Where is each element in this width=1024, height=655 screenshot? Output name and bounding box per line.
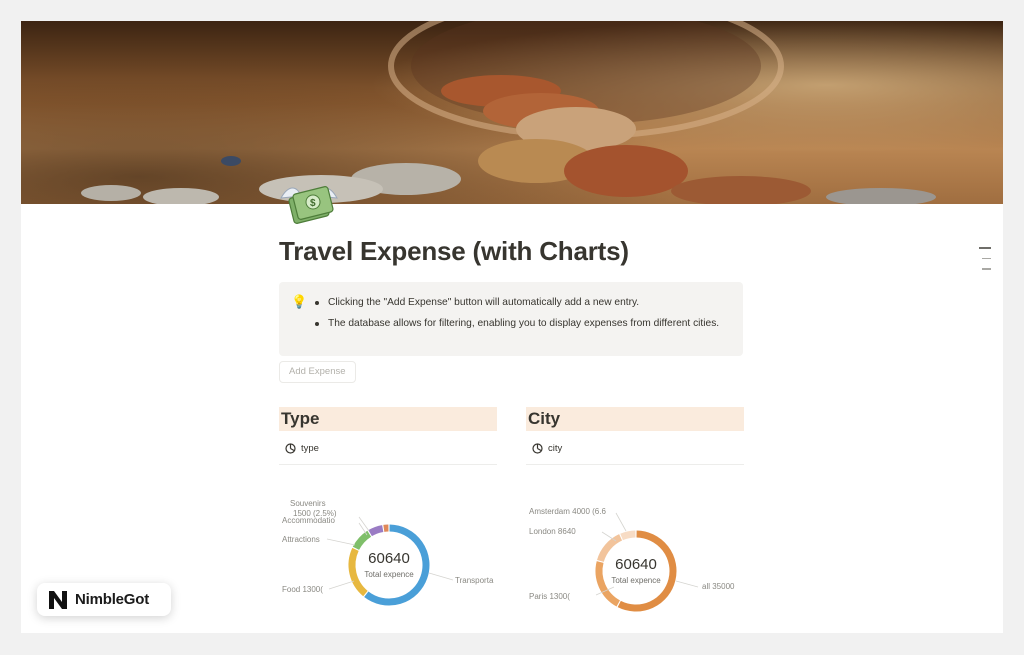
brand-name: NimbleGot [75,591,150,608]
page-title: Travel Expense (with Charts) [279,236,629,266]
city-donut-chart[interactable]: 60640 Total expence Amsterdam 4000 (6.6 Lon… [526,469,744,633]
slice-label: Paris 1300( [529,592,570,601]
donut-slice-amsterdam[interactable] [620,530,636,541]
cover-image [21,21,1003,204]
donut-center-label: Total expence [611,576,661,585]
slice-label: all 35000 [702,582,735,591]
type-chart-svg: 60640Total expenceSouvenirs1500 (2.5%)Ac… [282,499,494,606]
city-section: City city [526,407,744,465]
city-chart-svg: 60640 Total expence Amsterdam 4000 (6.6 Lon… [529,507,735,612]
nimblegot-badge[interactable]: NimbleGot [37,583,171,616]
add-expense-button[interactable]: Add Expense [279,361,356,383]
donut-center-label: Total expence [364,570,414,579]
donut-center-value: 60640 [615,556,657,573]
type-heading: Type [279,407,497,431]
slice-label: Accommodatio [282,516,335,525]
view-tab-city[interactable]: city [526,438,744,458]
slice-label: Attractions [282,535,320,544]
nimblegot-logo-icon [46,587,70,612]
svg-text:$: $ [310,198,316,209]
pie-chart-icon [532,442,543,454]
table-of-contents-indicator[interactable] [979,247,991,279]
callout-item: The database allows for filtering, enabl… [313,316,733,331]
slice-label: Transporta [455,576,494,585]
donut-center-value: 60640 [368,550,410,567]
pie-chart-icon [285,442,296,454]
city-heading: City [526,407,744,431]
view-tab-label: city [548,442,563,454]
callout-item: Clicking the "Add Expense" button will a… [313,295,733,310]
type-donut-chart[interactable]: 60640 Total expence Souvenirs 1500 (2.5%) Ac… [279,469,497,633]
callout-block: 💡 Clicking the "Add Expense" button will… [279,282,743,356]
lightbulb-icon: 💡 [291,294,308,309]
donut-slice-accommodation[interactable] [368,525,384,537]
donut-slice-attractions[interactable] [352,530,372,551]
type-section: Type type [279,407,497,465]
slice-label: London 8640 [529,527,576,536]
callout-list: Clicking the "Add Expense" button will a… [313,295,733,337]
notion-page: $ Travel Expense (with Charts) 💡 Clickin… [21,21,1003,633]
slice-label: Souvenirs [290,499,326,508]
slice-label: Food 1300( [282,585,323,594]
view-tab-type[interactable]: type [279,438,497,458]
view-tab-label: type [301,442,319,454]
slice-label: Amsterdam 4000 (6.6 [529,507,606,516]
money-with-wings-icon[interactable]: $ [279,176,339,228]
